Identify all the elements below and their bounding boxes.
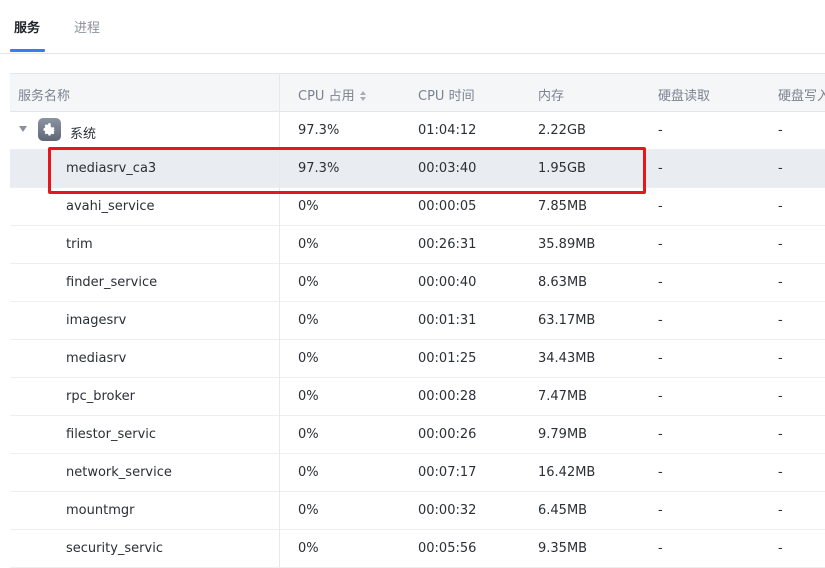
cell-cpu: 0% [298, 313, 319, 328]
cell-cpu: 0% [298, 351, 319, 366]
cell-disk-write: - [778, 161, 783, 176]
cell-cpu-time: 00:00:40 [418, 275, 477, 290]
cell-name: trim [66, 237, 93, 252]
cell-name: avahi_service [66, 199, 155, 214]
col-header-cpu-label: CPU 占用 [298, 89, 355, 104]
cell-memory: 16.42MB [538, 465, 596, 480]
table-row[interactable]: security_servic 0% 00:05:56 9.35MB - - [10, 530, 825, 568]
col-header-disk-read[interactable]: 硬盘读取 [658, 85, 710, 104]
cell-cpu: 0% [298, 541, 319, 556]
cell-disk-read: - [658, 389, 663, 404]
cell-name: network_service [66, 465, 172, 480]
cell-memory: 9.35MB [538, 541, 588, 556]
cell-disk-read: - [658, 161, 663, 176]
tab-services[interactable]: 服务 [14, 17, 40, 36]
col-header-cpu-time[interactable]: CPU 时间 [418, 85, 475, 104]
table-row[interactable]: mediasrv 0% 00:01:25 34.43MB - - [10, 340, 825, 378]
cell-cpu: 0% [298, 237, 319, 252]
cell-disk-write: - [778, 313, 783, 328]
cell-cpu: 0% [298, 389, 319, 404]
cell-memory: 8.63MB [538, 275, 588, 290]
col-header-memory[interactable]: 内存 [538, 85, 564, 104]
cell-disk-read: - [658, 313, 663, 328]
cell-disk-write: - [778, 351, 783, 366]
table-row[interactable]: trim 0% 00:26:31 35.89MB - - [10, 226, 825, 264]
cell-cpu-time: 00:26:31 [418, 237, 477, 252]
cell-memory: 34.43MB [538, 351, 596, 366]
cell-memory: 7.47MB [538, 389, 588, 404]
cell-disk-read: - [658, 199, 663, 214]
table-row[interactable]: mountmgr 0% 00:00:32 6.45MB - - [10, 492, 825, 530]
table-row[interactable]: rpc_broker 0% 00:00:28 7.47MB - - [10, 378, 825, 416]
tab-processes[interactable]: 进程 [74, 17, 100, 36]
cell-disk-write: - [778, 465, 783, 480]
cell-cpu: 0% [298, 427, 319, 442]
cell-memory: 7.85MB [538, 199, 588, 214]
col-header-disk-write[interactable]: 硬盘写入 [778, 85, 825, 104]
cell-disk-read: - [658, 541, 663, 556]
group-memory: 2.22GB [538, 123, 586, 138]
table-row[interactable]: finder_service 0% 00:00:40 8.63MB - - [10, 264, 825, 302]
group-cpu-time: 01:04:12 [418, 123, 477, 138]
cell-disk-read: - [658, 275, 663, 290]
gear-icon [38, 118, 61, 141]
cell-cpu-time: 00:01:25 [418, 351, 477, 366]
cell-cpu-time: 00:00:26 [418, 427, 477, 442]
group-row-system[interactable]: 系统 97.3% 01:04:12 2.22GB - - [10, 112, 825, 150]
cell-memory: 9.79MB [538, 427, 588, 442]
cell-memory: 63.17MB [538, 313, 596, 328]
cell-disk-write: - [778, 503, 783, 518]
cell-disk-write: - [778, 389, 783, 404]
cell-cpu-time: 00:05:56 [418, 541, 477, 556]
cell-disk-read: - [658, 427, 663, 442]
sort-icon[interactable] [359, 90, 367, 102]
cell-name: filestor_servic [66, 427, 157, 442]
cell-disk-read: - [658, 351, 663, 366]
cell-memory: 35.89MB [538, 237, 596, 252]
cell-name: imagesrv [66, 313, 127, 328]
cell-cpu-time: 00:00:32 [418, 503, 477, 518]
cell-name: security_servic [66, 541, 163, 556]
cell-name: finder_service [66, 275, 158, 290]
cell-memory: 6.45MB [538, 503, 588, 518]
cell-disk-write: - [778, 199, 783, 214]
cell-disk-write: - [778, 237, 783, 252]
table-row[interactable]: network_service 0% 00:07:17 16.42MB - - [10, 454, 825, 492]
cell-disk-write: - [778, 427, 783, 442]
tab-bar: 服务 进程 [0, 0, 825, 54]
cell-name: mediasrv [66, 351, 127, 366]
cell-cpu: 0% [298, 199, 319, 214]
group-disk-read: - [658, 123, 663, 138]
col-header-cpu[interactable]: CPU 占用 [298, 85, 367, 104]
cell-cpu: 0% [298, 465, 319, 480]
cell-cpu: 0% [298, 275, 319, 290]
collapse-arrow-icon[interactable] [19, 126, 27, 132]
group-name: 系统 [70, 127, 97, 142]
cell-cpu: 0% [298, 503, 319, 518]
group-disk-write: - [778, 123, 783, 138]
cell-disk-read: - [658, 237, 663, 252]
highlight-annotation-box [48, 147, 646, 194]
table-row[interactable]: filestor_servic 0% 00:00:26 9.79MB - - [10, 416, 825, 454]
group-cpu: 97.3% [298, 123, 340, 138]
cell-cpu-time: 00:00:28 [418, 389, 477, 404]
table-header: 服务名称 CPU 占用 CPU 时间 内存 硬盘读取 硬盘写入 [10, 73, 825, 112]
col-header-name[interactable]: 服务名称 [18, 85, 70, 104]
active-tab-indicator [10, 49, 45, 52]
cell-disk-write: - [778, 541, 783, 556]
cell-name: rpc_broker [66, 389, 135, 404]
cell-name: mountmgr [66, 503, 135, 518]
table-row[interactable]: imagesrv 0% 00:01:31 63.17MB - - [10, 302, 825, 340]
cell-cpu-time: 00:00:05 [418, 199, 477, 214]
cell-disk-write: - [778, 275, 783, 290]
cell-cpu-time: 00:01:31 [418, 313, 477, 328]
cell-cpu-time: 00:07:17 [418, 465, 477, 480]
cell-disk-read: - [658, 465, 663, 480]
cell-disk-read: - [658, 503, 663, 518]
